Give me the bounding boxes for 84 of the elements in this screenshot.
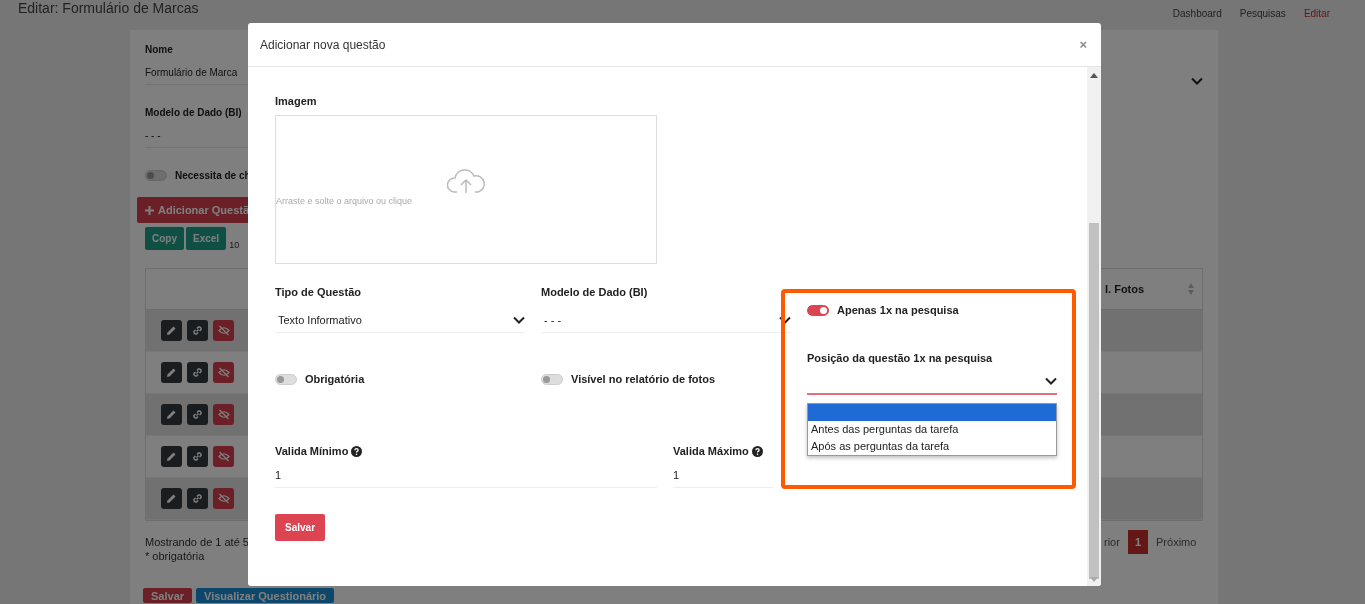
hide-button[interactable] [213, 320, 234, 341]
toggle-switch[interactable] [541, 373, 563, 385]
toggle-label: Obrigatória [305, 373, 365, 385]
required-note: * obrigatória [145, 550, 206, 562]
save-button[interactable]: Salvar [143, 588, 193, 603]
pencil-icon [166, 493, 177, 504]
column-header[interactable]: l. Fotos [1105, 283, 1145, 295]
pagination-link[interactable]: rior [1104, 530, 1120, 554]
scrollbar[interactable] [1087, 67, 1101, 586]
pagination-link[interactable]: Próximo [1156, 530, 1197, 554]
hide-button[interactable] [213, 446, 234, 467]
chevron-down-icon [1045, 376, 1057, 385]
field-label: Valida Mínimo [275, 445, 349, 457]
chevron-down-icon [1191, 77, 1203, 85]
edit-button[interactable] [161, 362, 182, 383]
eye-slash-icon [217, 367, 230, 378]
link-button[interactable] [187, 488, 208, 509]
select-field[interactable]: - - - [541, 302, 791, 333]
field-label: Tipo de Questão [275, 286, 361, 298]
field-label: Nome [145, 44, 173, 55]
link-button[interactable] [187, 446, 208, 467]
number-field[interactable]: 1 [275, 457, 657, 488]
table-info: Mostrando de 1 até 5 [145, 536, 249, 548]
help-icon [751, 445, 763, 457]
edit-button[interactable] [161, 404, 182, 425]
select-field[interactable]: Texto Informativo [275, 302, 525, 333]
plus-icon [145, 205, 154, 215]
close-button[interactable]: × [1077, 37, 1089, 52]
upload-dropzone[interactable]: Arraste e solte o arquivo ou clique [275, 115, 657, 264]
dropdown-option[interactable]: Após as perguntas da tarefa [808, 438, 1056, 455]
hide-button[interactable] [213, 488, 234, 509]
edit-button[interactable] [161, 488, 182, 509]
pencil-icon [166, 451, 177, 462]
scroll-down-icon [1090, 577, 1098, 582]
eye-slash-icon [217, 409, 230, 420]
help-icon [351, 445, 363, 457]
pencil-icon [166, 367, 177, 378]
toggle-label: Visível no relatório de fotos [571, 373, 716, 385]
save-button[interactable]: Salvar [275, 514, 326, 541]
field-label: Modelo de Dado (BI) [541, 286, 648, 298]
link-icon [192, 409, 203, 420]
number-field[interactable]: 1 [673, 457, 773, 488]
toggle-switch[interactable] [145, 170, 167, 181]
edit-button[interactable] [161, 320, 182, 341]
modal-title: Adicionar nova questão [260, 37, 386, 52]
scroll-thumb[interactable] [1089, 223, 1099, 579]
page-title: Editar: Formulário de Marcas [18, 0, 199, 16]
field-label: Posição da questão 1x na pesquisa [807, 352, 993, 364]
dropzone-hint: Arraste e solte o arquivo ou clique [276, 196, 414, 206]
hide-button[interactable] [213, 362, 234, 383]
chevron-down-icon [513, 316, 525, 324]
hide-button[interactable] [213, 404, 234, 425]
export-button[interactable]: Copy [145, 227, 184, 250]
link-icon [192, 451, 203, 462]
toggle-switch[interactable] [275, 373, 297, 385]
breadcrumb-link[interactable]: Dashboard [1172, 8, 1222, 19]
link-icon [192, 493, 203, 504]
pagination-link[interactable]: 1 [1127, 530, 1148, 554]
sort-icon [1188, 283, 1194, 295]
field-label: Imagem [275, 95, 317, 107]
eye-slash-icon [217, 493, 230, 504]
eye-slash-icon [217, 451, 230, 462]
eye-slash-icon [217, 325, 230, 336]
breadcrumb-link[interactable]: Pesquisas [1239, 8, 1286, 19]
link-icon [192, 367, 203, 378]
pencil-icon [166, 325, 177, 336]
toggle-switch[interactable] [807, 304, 829, 316]
breadcrumb-link[interactable]: Editar [1303, 8, 1330, 19]
toggle-label: Apenas 1x na pesquisa [837, 304, 959, 316]
page-length[interactable]: 10 [229, 240, 240, 250]
edit-button[interactable] [161, 446, 182, 467]
export-button[interactable]: Excel [186, 227, 227, 250]
chevron-down-icon [779, 316, 791, 324]
scroll-up-icon [1090, 73, 1098, 78]
dropdown-option[interactable]: Antes das perguntas da tarefa [808, 421, 1056, 438]
preview-button[interactable]: Visualizar Questionário [196, 588, 335, 603]
cloud-upload-icon [446, 168, 486, 194]
field-label: Modelo de Dado (BI) [145, 107, 242, 118]
pencil-icon [166, 409, 177, 420]
link-button[interactable] [187, 320, 208, 341]
link-button[interactable] [187, 362, 208, 383]
link-icon [192, 325, 203, 336]
field-label: Valida Máximo [673, 445, 749, 457]
link-button[interactable] [187, 404, 208, 425]
